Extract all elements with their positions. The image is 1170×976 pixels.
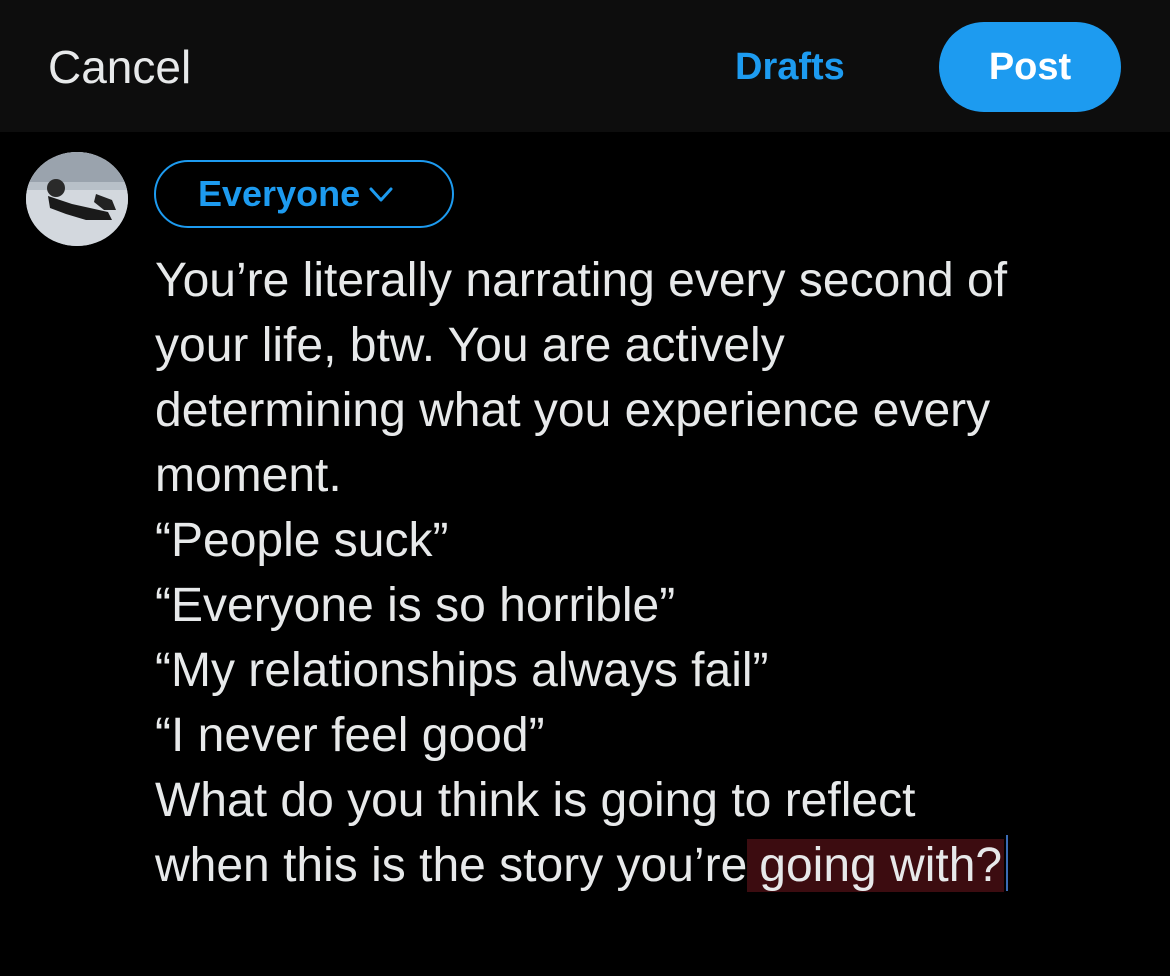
compose-line: What do you think is going to reflect bbox=[155, 774, 916, 827]
compose-line: You’re literally narrating every second … bbox=[155, 254, 1008, 307]
compose-line: “My relationships always fail” bbox=[155, 644, 769, 697]
text-caret bbox=[1006, 835, 1009, 891]
audience-selector-button[interactable]: Everyone bbox=[154, 160, 454, 228]
cancel-button[interactable]: Cancel bbox=[48, 40, 191, 94]
compose-line-last: when this is the story you’re going with? bbox=[155, 833, 1145, 898]
top-bar: Cancel Drafts Post bbox=[0, 0, 1170, 132]
compose-line-prefix: when this is the story you’re bbox=[155, 839, 748, 892]
compose-line: “I never feel good” bbox=[155, 709, 545, 762]
chevron-down-icon bbox=[368, 181, 394, 207]
compose-line: “Everyone is so horrible” bbox=[155, 579, 676, 632]
compose-line: determining what you experience every bbox=[155, 384, 991, 437]
drafts-button[interactable]: Drafts bbox=[735, 42, 845, 92]
compose-text-area[interactable]: You’re literally narrating every second … bbox=[155, 248, 1145, 898]
post-button[interactable]: Post bbox=[939, 22, 1121, 112]
compose-line: “People suck” bbox=[155, 514, 449, 567]
avatar-image bbox=[26, 152, 128, 246]
compose-line: your life, btw. You are actively bbox=[155, 319, 785, 372]
audience-label: Everyone bbox=[198, 173, 361, 214]
compose-line: moment. bbox=[155, 449, 342, 502]
avatar[interactable] bbox=[26, 152, 128, 246]
selected-text[interactable]: going with? bbox=[747, 839, 1005, 892]
